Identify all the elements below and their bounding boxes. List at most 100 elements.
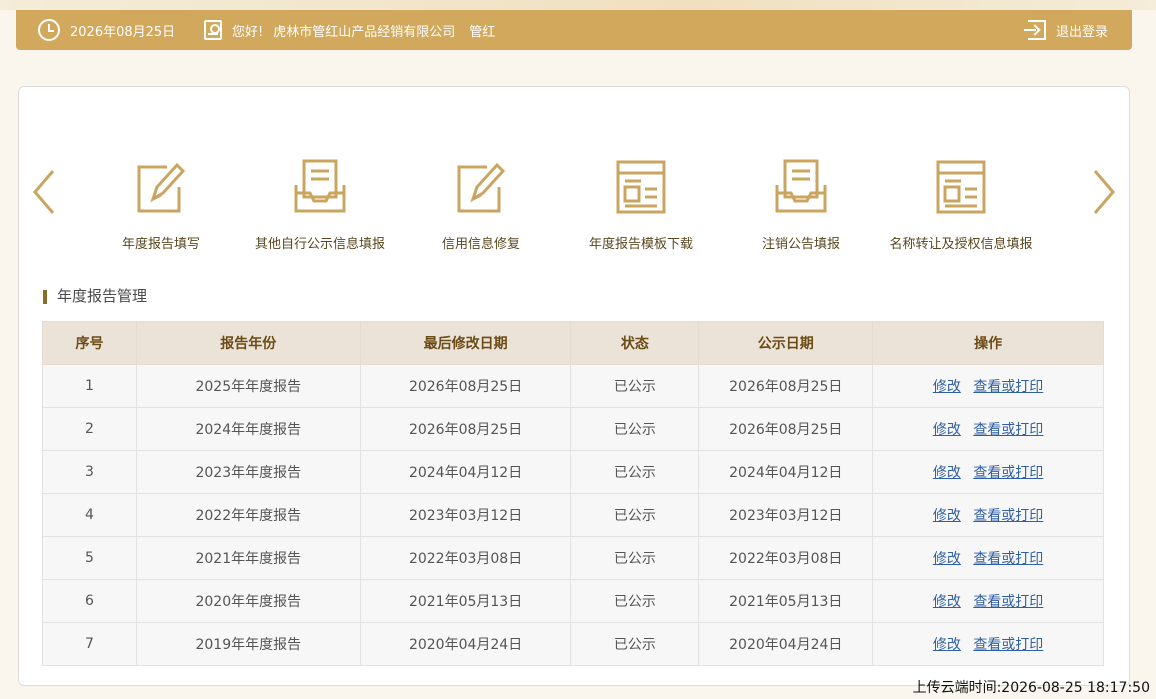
cell-actions: 修改 查看或打印 (872, 579, 1104, 623)
date-display: 2026年08月25日 (38, 10, 175, 50)
table-row: 6 2020年年度报告 2021年05月13日 已公示 2021年05月13日 … (42, 579, 1104, 623)
edit-link[interactable]: 修改 (933, 465, 961, 481)
cell-modified: 2024年04月12日 (359, 450, 572, 494)
cell-actions: 修改 查看或打印 (872, 407, 1104, 451)
cell-modified: 2023年03月12日 (359, 493, 572, 537)
annual-report-table: 序号 报告年份 最后修改日期 状态 公示日期 操作 1 2025年年度报告 20… (42, 321, 1104, 666)
view-print-link[interactable]: 查看或打印 (973, 594, 1043, 610)
table-row: 7 2019年年度报告 2020年04月24日 已公示 2020年04月24日 … (42, 622, 1104, 666)
cell-actions: 修改 查看或打印 (872, 536, 1104, 580)
edit-link[interactable]: 修改 (933, 594, 961, 610)
cell-no: 6 (42, 579, 137, 623)
top-bar: 2026年08月25日 您好! 虎林市管红山产品经销有限公司 管红 退出登录 (16, 10, 1132, 50)
clock-icon (38, 19, 60, 41)
cell-status: 已公示 (570, 364, 700, 408)
logout-button[interactable]: 退出登录 (1024, 10, 1109, 50)
chevron-left-icon (33, 170, 55, 214)
cell-published: 2022年03月08日 (698, 536, 874, 580)
cell-published: 2023年03月12日 (698, 493, 874, 537)
cell-status: 已公示 (570, 622, 700, 666)
cell-published: 2020年04月24日 (698, 622, 874, 666)
cell-no: 5 (42, 536, 137, 580)
edit-link[interactable]: 修改 (933, 508, 961, 524)
col-header-actions: 操作 (872, 321, 1104, 365)
view-print-link[interactable]: 查看或打印 (973, 637, 1043, 653)
cell-status: 已公示 (570, 579, 700, 623)
current-date: 2026年08月25日 (70, 24, 176, 40)
edit-link[interactable]: 修改 (933, 637, 961, 653)
nav-annual-report-fill[interactable]: 年度报告填写 (76, 159, 246, 259)
view-print-link[interactable]: 查看或打印 (973, 422, 1043, 438)
cell-year: 2020年年度报告 (135, 579, 361, 623)
user-card-icon (204, 20, 222, 40)
col-header-published: 公示日期 (698, 321, 874, 365)
nav-template-download[interactable]: 年度报告模板下载 (556, 159, 726, 259)
nav-label: 名称转让及授权信息填报 (889, 237, 1033, 252)
col-header-modified: 最后修改日期 (359, 321, 572, 365)
view-print-link[interactable]: 查看或打印 (973, 379, 1043, 395)
section-title: 年度报告管理 (43, 289, 147, 304)
table-row: 1 2025年年度报告 2026年08月25日 已公示 2026年08月25日 … (42, 364, 1104, 408)
cell-modified: 2026年08月25日 (359, 364, 572, 408)
cell-modified: 2026年08月25日 (359, 407, 572, 451)
cell-published: 2026年08月25日 (698, 364, 874, 408)
cell-year: 2023年年度报告 (135, 450, 361, 494)
carousel-prev-button[interactable] (31, 169, 57, 215)
cell-no: 2 (42, 407, 137, 451)
nav-cancellation-notice[interactable]: 注销公告填报 (716, 159, 886, 259)
table-row: 4 2022年年度报告 2023年03月12日 已公示 2023年03月12日 … (42, 493, 1104, 537)
cell-published: 2024年04月12日 (698, 450, 874, 494)
cell-actions: 修改 查看或打印 (872, 364, 1104, 408)
col-header-status: 状态 (570, 321, 700, 365)
edit-form-icon (457, 162, 506, 213)
table-row: 3 2023年年度报告 2024年04月12日 已公示 2024年04月12日 … (42, 450, 1104, 494)
user-name: 管红 (469, 24, 496, 40)
edit-link[interactable]: 修改 (933, 551, 961, 567)
nav-label: 信用信息修复 (441, 237, 520, 252)
cell-actions: 修改 查看或打印 (872, 622, 1104, 666)
view-print-link[interactable]: 查看或打印 (973, 551, 1043, 567)
nav-name-transfer[interactable]: 名称转让及授权信息填报 (876, 159, 1046, 259)
cell-year: 2024年年度报告 (135, 407, 361, 451)
template-window-icon (616, 160, 666, 214)
cell-published: 2026年08月25日 (698, 407, 874, 451)
logout-icon (1024, 20, 1046, 40)
cell-no: 4 (42, 493, 137, 537)
view-print-link[interactable]: 查看或打印 (973, 508, 1043, 524)
cell-year: 2021年年度报告 (135, 536, 361, 580)
cell-no: 1 (42, 364, 137, 408)
cell-modified: 2022年03月08日 (359, 536, 572, 580)
nav-label: 注销公告填报 (761, 237, 840, 252)
cell-status: 已公示 (570, 536, 700, 580)
edit-link[interactable]: 修改 (933, 422, 961, 438)
cell-actions: 修改 查看或打印 (872, 493, 1104, 537)
cell-modified: 2020年04月24日 (359, 622, 572, 666)
cell-status: 已公示 (570, 493, 700, 537)
cell-no: 7 (42, 622, 137, 666)
logout-label: 退出登录 (1056, 24, 1109, 40)
chevron-right-icon (1093, 170, 1115, 214)
template-window-icon (936, 160, 986, 214)
carousel-next-button[interactable] (1091, 169, 1117, 215)
upload-time-stamp: 上传云端时间:2026-08-25 18:17:50 (912, 680, 1150, 696)
nav-label: 年度报告模板下载 (588, 237, 693, 252)
edit-form-icon (137, 162, 186, 213)
view-print-link[interactable]: 查看或打印 (973, 465, 1043, 481)
cell-status: 已公示 (570, 407, 700, 451)
cell-no: 3 (42, 450, 137, 494)
inbox-document-icon (294, 159, 346, 213)
nav-label: 其他自行公示信息填报 (254, 237, 385, 252)
greeting: 您好! (232, 24, 264, 40)
col-header-no: 序号 (42, 321, 137, 365)
cell-year: 2022年年度报告 (135, 493, 361, 537)
nav-credit-repair[interactable]: 信用信息修复 (396, 159, 566, 259)
edit-link[interactable]: 修改 (933, 379, 961, 395)
cell-year: 2019年年度报告 (135, 622, 361, 666)
main-panel: 年度报告填写 其他自行公示信息填报 信用信息修复 年度报告模板下载 注销公告填报… (18, 86, 1130, 686)
inbox-document-icon (775, 159, 827, 213)
nav-label: 年度报告填写 (121, 237, 200, 252)
nav-other-public-info[interactable]: 其他自行公示信息填报 (235, 159, 405, 259)
cell-modified: 2021年05月13日 (359, 579, 572, 623)
table-row: 2 2024年年度报告 2026年08月25日 已公示 2026年08月25日 … (42, 407, 1104, 451)
company-name: 虎林市管红山产品经销有限公司 (273, 24, 456, 40)
